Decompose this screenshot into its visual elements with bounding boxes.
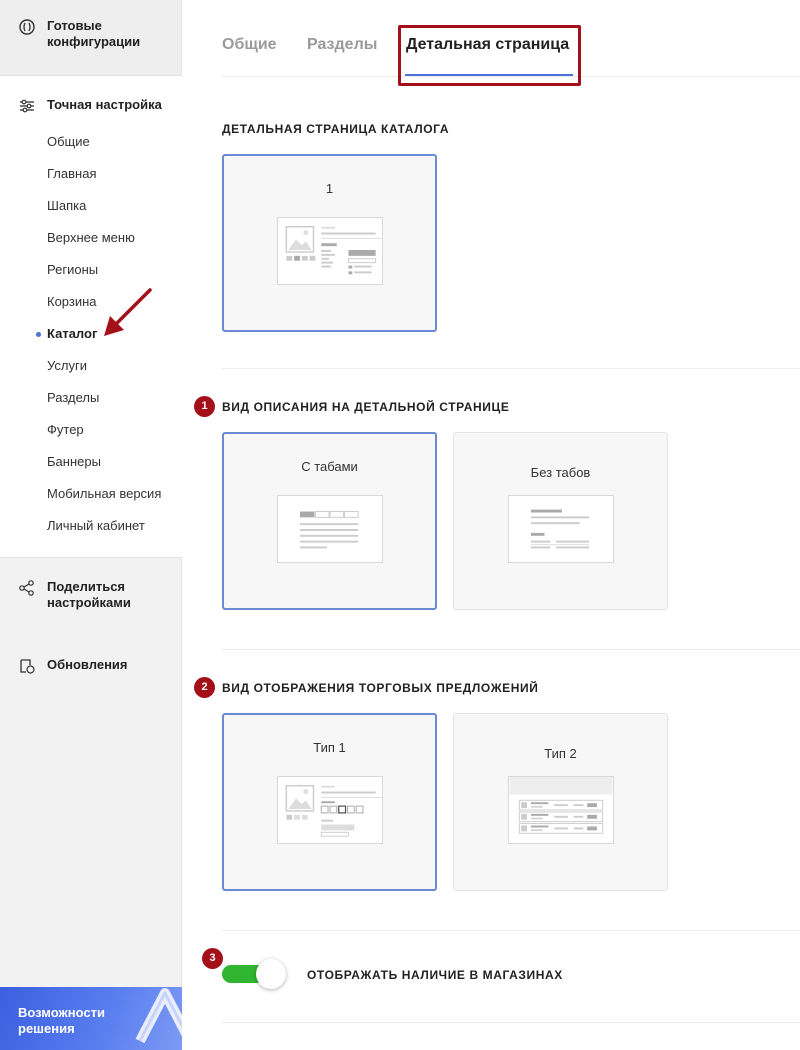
option-card-type-2[interactable]: Тип 2: [453, 713, 668, 891]
sidebar-fine-tuning-block: Точная настройка Общие Главная Шапка Вер…: [0, 76, 182, 558]
active-item-dot: [36, 332, 41, 337]
pointer-arrow: [104, 288, 152, 336]
preview-type-2-icon: [508, 776, 614, 844]
option-card-with-tabs[interactable]: С табами: [222, 432, 437, 610]
step-badge-2: 2: [194, 677, 215, 698]
sidebar-item-mobile[interactable]: Мобильная версия: [47, 486, 161, 502]
sidebar-item-label: Обновления: [47, 657, 128, 672]
sidebar-item-share[interactable]: Поделиться настройками: [18, 579, 147, 611]
option-label: Тип 1: [313, 740, 346, 755]
configs-icon: [19, 19, 35, 35]
tab-general[interactable]: Общие: [222, 36, 277, 54]
section-divider: [222, 1022, 800, 1023]
stores-availability-label: ОТОБРАЖАТЬ НАЛИЧИЕ В МАГАЗИНАХ: [307, 968, 563, 982]
sidebar-item-fine-tuning[interactable]: Точная настройка: [18, 97, 162, 115]
section-title-offers-view: ВИД ОТОБРАЖЕНИЯ ТОРГОВЫХ ПРЕДЛОЖЕНИЙ: [222, 681, 539, 695]
toggle-knob: [256, 959, 286, 989]
sidebar-item-footer[interactable]: Футер: [47, 422, 84, 438]
option-label: Без табов: [530, 465, 591, 480]
option-card-without-tabs[interactable]: Без табов: [453, 432, 668, 610]
preview-with-tabs-icon: [277, 495, 383, 563]
sidebar-item-ready-configs[interactable]: Готовые конфигурации: [18, 18, 157, 50]
sidebar-item-updates[interactable]: Обновления: [18, 657, 128, 675]
promo-banner[interactable]: Возможности решения: [0, 987, 182, 1050]
sidebar-item-sections[interactable]: Разделы: [47, 390, 99, 406]
step-badge-1: 1: [194, 396, 215, 417]
sliders-icon: [20, 99, 34, 113]
option-label: 1: [325, 181, 334, 196]
option-label: Тип 2: [544, 746, 577, 761]
section-divider: [222, 930, 800, 931]
section-title-catalog-detail: ДЕТАЛЬНАЯ СТРАНИЦА КАТАЛОГА: [222, 122, 450, 136]
preview-without-tabs-icon: [508, 495, 614, 563]
preview-type-1-icon: [277, 776, 383, 844]
sidebar: Готовые конфигурации Точная настройка Об…: [0, 0, 182, 1050]
sidebar-item-banners[interactable]: Баннеры: [47, 454, 101, 470]
section-divider: [222, 368, 800, 369]
sidebar-item-top-menu[interactable]: Верхнее меню: [47, 230, 135, 246]
sidebar-item-main[interactable]: Главная: [47, 166, 96, 182]
preview-layout-1-icon: [277, 217, 383, 285]
sidebar-item-cart[interactable]: Корзина: [47, 294, 97, 310]
tab-sections[interactable]: Разделы: [307, 36, 377, 54]
tab-highlight-frame: [398, 25, 581, 86]
promo-label: Возможности решения: [18, 1005, 105, 1036]
sidebar-item-header[interactable]: Шапка: [47, 198, 86, 214]
share-icon: [19, 580, 34, 596]
section-divider: [222, 649, 800, 650]
option-card-type-1[interactable]: Тип 1: [222, 713, 437, 891]
sidebar-ready-configs-block[interactable]: Готовые конфигурации: [0, 0, 181, 76]
updates-icon: [20, 659, 35, 674]
sidebar-item-account[interactable]: Личный кабинет: [47, 518, 145, 534]
sidebar-item-label: Готовые конфигурации: [47, 18, 141, 49]
sidebar-item-catalog[interactable]: Каталог: [47, 326, 97, 342]
option-card-detail-1[interactable]: 1: [222, 154, 437, 332]
option-label: С табами: [301, 459, 358, 474]
sidebar-item-general[interactable]: Общие: [47, 134, 90, 150]
sidebar-item-services[interactable]: Услуги: [47, 358, 87, 374]
sidebar-item-regions[interactable]: Регионы: [47, 262, 98, 278]
stores-availability-toggle[interactable]: [222, 959, 286, 989]
step-badge-3: 3: [202, 948, 223, 969]
section-title-description-view: ВИД ОПИСАНИЯ НА ДЕТАЛЬНОЙ СТРАНИЦЕ: [222, 400, 510, 414]
sidebar-item-label: Поделиться настройками: [47, 579, 131, 610]
promo-logo-icon: [135, 988, 182, 1044]
sidebar-item-label: Точная настройка: [47, 97, 162, 112]
